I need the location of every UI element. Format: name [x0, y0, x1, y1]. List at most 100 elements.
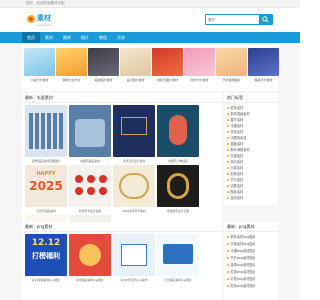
- card-caption: 元旦插画素材png图片: [164, 278, 192, 282]
- material-card[interactable]: 12.12 打榜福利 双12促销素材png图片: [25, 234, 67, 282]
- card-caption: 元宵节插画素材: [36, 209, 56, 213]
- card-thumbnail: HAPPY 2025: [25, 165, 67, 207]
- section-title: 最新 · 矢量素材: [25, 95, 53, 100]
- sidebar-link[interactable]: 中国风素材: [227, 135, 247, 140]
- card-caption: 双12促销素材png图片: [31, 278, 61, 282]
- strip-card[interactable]: 美食图片素材: [88, 48, 119, 82]
- card-caption: 中国风人物插画: [168, 159, 188, 163]
- section-title: 最新 · png素材: [25, 224, 53, 229]
- sidebar-title: 热门标签: [227, 95, 243, 100]
- material-card[interactable]: 中国风人物插画: [157, 105, 199, 163]
- search-icon: [262, 16, 269, 23]
- strip-card[interactable]: 素材大全卡片: [56, 48, 87, 82]
- strip-card[interactable]: 小说卡片素材: [24, 48, 55, 82]
- nav-item-images[interactable]: 图片: [76, 32, 94, 43]
- strip-caption: 卡片素材图片: [222, 78, 241, 82]
- nav-item-tutorials[interactable]: 教程: [94, 32, 112, 43]
- sidebar-divider: [224, 102, 278, 103]
- material-card[interactable]: HAPPY 2025 元宵节插画素材: [25, 165, 67, 213]
- strip-card[interactable]: 设计图片素材: [120, 48, 151, 82]
- logo-icon: [27, 15, 35, 23]
- material-card[interactable]: 金色蛇年设计矢量: [157, 165, 199, 213]
- sidebar-link[interactable]: 新年海报素材: [227, 147, 250, 152]
- material-card[interactable]: 2025年日历png素材: [113, 234, 155, 282]
- card-caption: 2025新年贺卡素材: [122, 209, 146, 213]
- welcome-text: 您好，欢迎来到素材中国: [26, 1, 65, 5]
- sidebar-link[interactable]: 背景素材: [227, 129, 244, 134]
- card-caption: 新年日历设计素材: [122, 159, 146, 163]
- sidebar-link[interactable]: 插画素材: [227, 141, 244, 146]
- material-card[interactable]: 元旦插画素材png图片: [157, 234, 199, 282]
- nav-item-fonts[interactable]: 字体: [112, 32, 130, 43]
- strip-caption: 小说卡片素材: [30, 78, 49, 82]
- sidebar-link[interactable]: 春节素材: [227, 117, 244, 122]
- section-divider: [22, 102, 222, 103]
- sidebar-link[interactable]: 装饰png素材图片: [227, 262, 256, 267]
- material-card[interactable]: 中国风插画素材: [69, 105, 111, 163]
- page: 您好，欢迎来到素材中国 素材 sucai.com 首页 素材 图库 图片 教程: [0, 0, 300, 300]
- card-thumbnail: [113, 165, 155, 207]
- card-caption: 2025年日历png素材: [120, 278, 148, 282]
- png-section: 最新 · png素材 12.12 打榜福利 双12促销素材png图片 新年插画素…: [22, 222, 222, 300]
- search-button[interactable]: [259, 15, 272, 24]
- strip-card[interactable]: 中秋节图片素材: [152, 48, 183, 82]
- card-caption: 金色蛇年设计矢量: [166, 209, 190, 213]
- sidebar-link[interactable]: 蛇年素材: [227, 105, 244, 110]
- sidebar-link[interactable]: 元宵素材: [227, 165, 244, 170]
- strip-caption: 简约卡片素材: [190, 78, 209, 82]
- strip-thumbnail: [248, 48, 279, 76]
- sidebar-link[interactable]: 矢量素材: [227, 153, 244, 158]
- strip-thumbnail: [120, 48, 151, 76]
- strip-caption: 设计图片素材: [126, 78, 145, 82]
- card-thumbnail: [69, 234, 111, 276]
- sidebar-link[interactable]: 卡通素材: [227, 123, 244, 128]
- sidebar-link[interactable]: 节日png素材图片: [227, 255, 256, 260]
- promo-text-label: 打榜福利: [32, 252, 60, 260]
- strip-caption: 美食图片素材: [94, 78, 113, 82]
- sidebar-link[interactable]: 灯笼png素材图片: [227, 276, 256, 281]
- strip-card[interactable]: 卡片素材图片: [216, 48, 247, 82]
- sidebar-link[interactable]: 节日素材: [227, 177, 244, 182]
- sidebar-link[interactable]: 新年素材png图片: [227, 234, 256, 239]
- nav-item-material[interactable]: 素材: [40, 32, 58, 43]
- sidebar-link[interactable]: 元宵素材png图片: [227, 241, 256, 246]
- sidebar-link[interactable]: 卡通png素材图片: [227, 248, 256, 253]
- promo-date-label: 12.12: [31, 238, 61, 248]
- logo-subtitle: sucai.com: [37, 23, 53, 27]
- strip-caption: 精品卡片素材: [254, 78, 273, 82]
- sidebar-link[interactable]: 剪纸素材: [227, 171, 244, 176]
- search-box: [205, 14, 273, 25]
- year-label: 2025: [29, 179, 63, 193]
- strip-thumbnail: [88, 48, 119, 76]
- card-thumbnail: [113, 234, 155, 276]
- site-logo[interactable]: 素材 sucai.com: [26, 10, 56, 30]
- strip-card[interactable]: 简约卡片素材: [184, 48, 215, 82]
- sidebar-divider: [224, 231, 278, 232]
- material-card[interactable]: 建筑插画素材矢量图片: [25, 105, 67, 163]
- card-caption: 建筑插画素材矢量图片: [32, 159, 60, 163]
- card-caption: 新年插画素材png图片: [76, 278, 104, 282]
- sidebar-link[interactable]: 边框素材: [227, 183, 244, 188]
- featured-strip: 小说卡片素材 素材大全卡片 美食图片素材 设计图片素材 中秋节图片素材 简约卡片…: [22, 45, 279, 91]
- sidebar-link[interactable]: 图标素材: [227, 189, 244, 194]
- material-card[interactable]: 新年日历设计素材: [113, 105, 155, 163]
- nav-item-home[interactable]: 首页: [22, 32, 40, 43]
- card-caption: 新年贺卡设计素材: [78, 209, 102, 213]
- sidebar-link[interactable]: 礼物png素材图片: [227, 269, 256, 274]
- card-thumbnail: [113, 105, 155, 157]
- card-thumbnail: [157, 105, 199, 157]
- section-divider: [22, 231, 222, 232]
- sidebar-link[interactable]: 简约素材: [227, 159, 244, 164]
- strip-card[interactable]: 精品卡片素材: [248, 48, 279, 82]
- card-thumbnail: [25, 105, 67, 157]
- nav-item-gallery[interactable]: 图库: [58, 32, 76, 43]
- sidebar-link[interactable]: 蛇年png素材图片: [227, 283, 256, 288]
- material-card[interactable]: 2025新年贺卡素材: [113, 165, 155, 213]
- header: 素材 sucai.com: [0, 8, 300, 32]
- sidebar-link[interactable]: 金色素材: [227, 195, 244, 200]
- search-input[interactable]: [208, 16, 258, 24]
- material-card[interactable]: 新年贺卡设计素材: [69, 165, 111, 213]
- material-card[interactable]: 新年插画素材png图片: [69, 234, 111, 282]
- strip-thumbnail: [216, 48, 247, 76]
- sidebar-link[interactable]: 新年插画素材: [227, 111, 250, 116]
